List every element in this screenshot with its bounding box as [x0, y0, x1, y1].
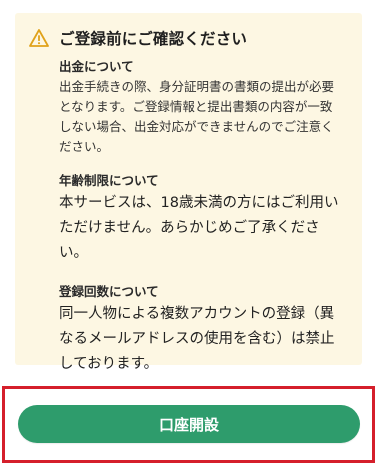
notice-header: ご登録前にご確認ください — [29, 27, 346, 49]
section-body: 出金手続きの際、身分証明書の書類の提出が必要 となります。ご登録情報と提出書類の… — [59, 79, 335, 154]
section-body: 本サービスは、18歳未満の方にはご利用い ただけません。あらかじめご了承くださ … — [59, 195, 339, 261]
section-body: 同一人物による複数アカウントの登録（異 なるメールアドレスの使用を含む）は禁止 … — [59, 306, 335, 372]
section-heading: 年齢制限について — [59, 173, 159, 188]
notice-title: ご登録前にご確認ください — [59, 30, 248, 48]
warning-icon — [29, 28, 49, 48]
highlight-frame: 口座開設 — [2, 386, 375, 463]
withdrawal-section: 出金について 出金手続きの際、身分証明書の書類の提出が必要 となります。ご登録情… — [59, 57, 346, 157]
registration-count-section: 登録回数について 同一人物による複数アカウントの登録（異 なるメールアドレスの使… — [59, 282, 346, 377]
section-heading: 出金について — [59, 59, 134, 74]
age-restriction-section: 年齢制限について 本サービスは、18歳未満の方にはご利用い ただけません。あらか… — [59, 171, 346, 266]
section-heading: 登録回数について — [59, 284, 159, 299]
open-account-button[interactable]: 口座開設 — [18, 405, 360, 443]
registration-notice: ご登録前にご確認ください 出金について 出金手続きの際、身分証明書の書類の提出が… — [15, 13, 362, 372]
